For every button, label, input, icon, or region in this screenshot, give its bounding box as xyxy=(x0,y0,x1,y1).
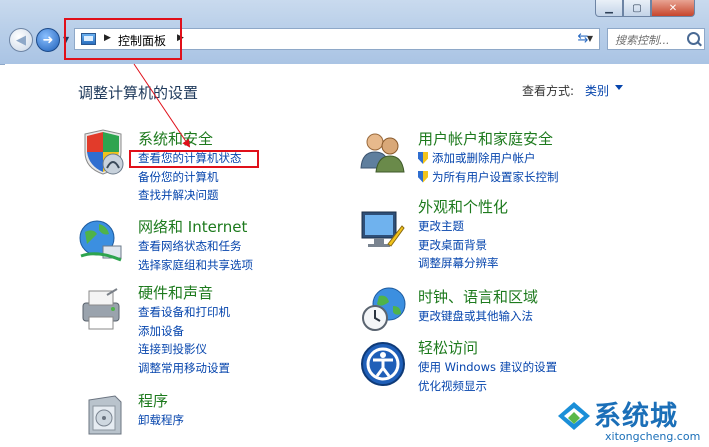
category-network-internet: 网络和 Internet 查看网络状态和任务 选择家庭组和共享选项 xyxy=(138,217,253,274)
category-title[interactable]: 轻松访问 xyxy=(418,338,557,358)
link-screen-resolution[interactable]: 调整屏幕分辨率 xyxy=(418,254,508,273)
back-button[interactable]: ◀ xyxy=(9,28,33,52)
chevron-down-icon[interactable] xyxy=(615,85,623,90)
user-accounts-icon[interactable] xyxy=(358,128,406,176)
system-security-icon[interactable] xyxy=(79,128,127,176)
link-windows-suggested-settings[interactable]: 使用 Windows 建议的设置 xyxy=(418,358,557,377)
page-title: 调整计算机的设置 xyxy=(78,84,199,102)
link-homegroup-sharing[interactable]: 选择家庭组和共享选项 xyxy=(138,256,253,275)
category-hardware-sound: 硬件和声音 查看设备和打印机 添加设备 连接到投影仪 调整常用移动设置 xyxy=(138,283,230,377)
minimize-button[interactable]: ▁ xyxy=(595,0,623,17)
watermark-url: xitongcheng.com xyxy=(605,430,701,443)
view-by-label: 查看方式: xyxy=(522,84,575,98)
close-button[interactable]: ✕ xyxy=(651,0,695,17)
category-user-accounts: 用户帐户和家庭安全 添加或删除用户帐户 为所有用户设置家长控制 xyxy=(418,129,559,186)
category-programs: 程序 卸载程序 xyxy=(138,391,184,430)
network-globe-icon[interactable] xyxy=(77,216,125,264)
link-label: 为所有用户设置家长控制 xyxy=(432,169,559,184)
highlight-box-link xyxy=(129,150,259,168)
search-input[interactable]: 搜索控制... xyxy=(607,28,705,50)
highlight-box-address xyxy=(64,18,182,60)
link-add-device[interactable]: 添加设备 xyxy=(138,322,230,341)
link-change-theme[interactable]: 更改主题 xyxy=(418,217,508,236)
link-view-network-status[interactable]: 查看网络状态和任务 xyxy=(138,237,253,256)
caption-buttons: ▁ ▢ ✕ xyxy=(595,0,695,17)
category-clock-language-region: 时钟、语言和区域 更改键盘或其他输入法 xyxy=(418,287,538,326)
refresh-icon[interactable]: ⇆ xyxy=(572,31,594,49)
link-change-input-methods[interactable]: 更改键盘或其他输入法 xyxy=(418,307,538,326)
view-by-dropdown[interactable]: 类别 xyxy=(585,82,609,99)
link-mobility-settings[interactable]: 调整常用移动设置 xyxy=(138,359,230,378)
category-title[interactable]: 外观和个性化 xyxy=(418,197,508,217)
link-connect-projector[interactable]: 连接到投影仪 xyxy=(138,340,230,359)
watermark-text: 系统城 xyxy=(594,401,678,432)
category-title[interactable]: 网络和 Internet xyxy=(138,217,253,237)
maximize-button[interactable]: ▢ xyxy=(623,0,651,17)
category-title[interactable]: 时钟、语言和区域 xyxy=(418,287,538,307)
link-uninstall-program[interactable]: 卸载程序 xyxy=(138,411,184,430)
category-appearance: 外观和个性化 更改主题 更改桌面背景 调整屏幕分辨率 xyxy=(418,197,508,273)
printer-icon[interactable] xyxy=(77,285,125,333)
link-desktop-background[interactable]: 更改桌面背景 xyxy=(418,236,508,255)
search-icon[interactable] xyxy=(687,32,700,45)
link-troubleshoot[interactable]: 查找并解决问题 xyxy=(138,186,242,205)
category-title[interactable]: 程序 xyxy=(138,391,184,411)
category-title[interactable]: 硬件和声音 xyxy=(138,283,230,303)
uac-shield-icon xyxy=(418,152,428,164)
link-backup-computer[interactable]: 备份您的计算机 xyxy=(138,168,242,187)
link-label: 添加或删除用户帐户 xyxy=(432,151,536,165)
search-placeholder: 搜索控制... xyxy=(615,34,670,47)
category-title[interactable]: 系统和安全 xyxy=(138,129,242,149)
ease-of-access-icon[interactable] xyxy=(359,340,407,388)
link-devices-printers[interactable]: 查看设备和打印机 xyxy=(138,303,230,322)
link-parental-controls[interactable]: 为所有用户设置家长控制 xyxy=(418,168,559,187)
clock-globe-icon[interactable] xyxy=(361,286,409,334)
link-add-remove-users[interactable]: 添加或删除用户帐户 xyxy=(418,149,559,168)
category-ease-of-access: 轻松访问 使用 Windows 建议的设置 优化视频显示 xyxy=(418,338,557,395)
category-title[interactable]: 用户帐户和家庭安全 xyxy=(418,129,559,149)
forward-button[interactable]: ➜ xyxy=(36,28,60,52)
programs-icon[interactable] xyxy=(81,390,129,438)
appearance-monitor-icon[interactable] xyxy=(358,204,406,252)
uac-shield-icon xyxy=(418,170,428,183)
link-optimize-video[interactable]: 优化视频显示 xyxy=(418,377,557,396)
